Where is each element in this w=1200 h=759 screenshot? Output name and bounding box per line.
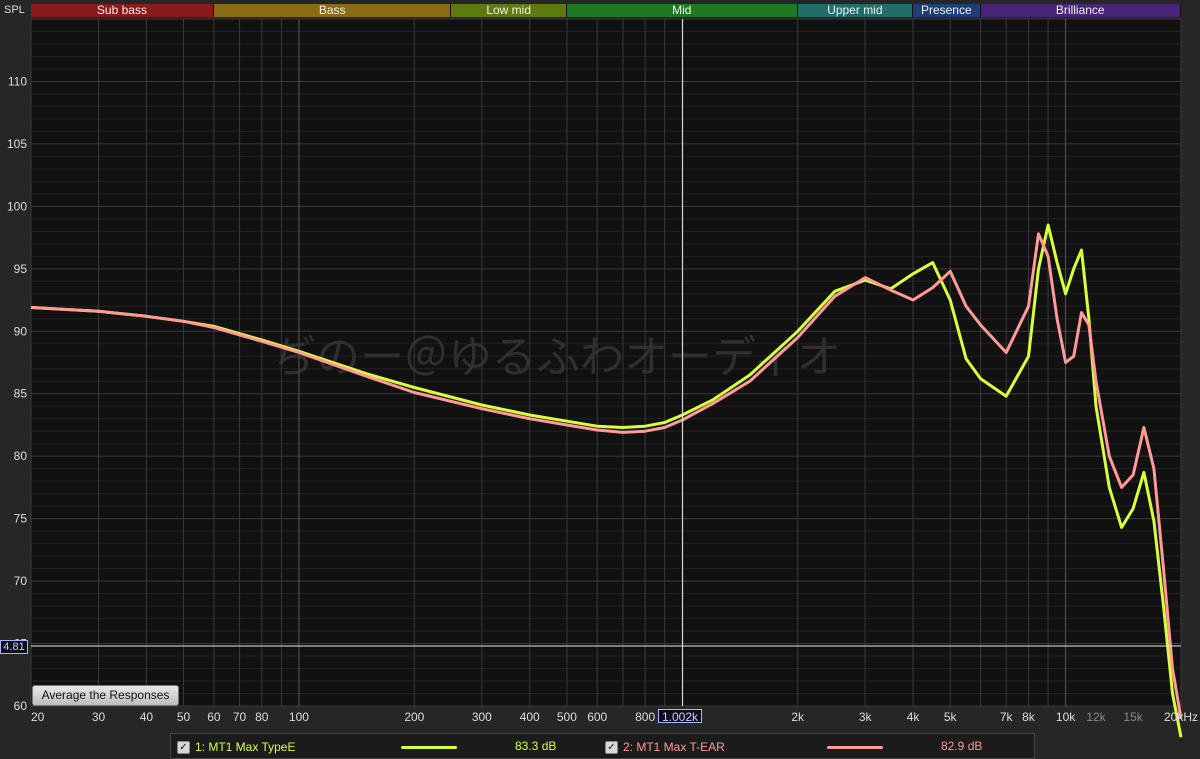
x-tick-label: 4k — [907, 710, 921, 724]
y-tick-label: 100 — [7, 199, 27, 213]
x-tick-label: 8k — [1022, 710, 1036, 724]
average-responses-button[interactable]: Average the Responses — [32, 685, 179, 706]
rew-graph-window: ぢのー＠ゆるふわオーディオ 6065707580859095100105110 … — [0, 0, 1200, 759]
y-tick-label: 110 — [8, 74, 27, 88]
cursor-frequency-readout: 1.002k — [658, 709, 702, 724]
y-tick-label: 70 — [14, 574, 28, 588]
legend-item-2[interactable]: ✓ 2: MT1 Max T-EAR — [605, 739, 725, 755]
x-tick-label: 70 — [233, 710, 247, 724]
x-tick-label: 800 — [635, 710, 655, 724]
x-tick-label: 3k — [859, 710, 873, 724]
cursor-level-readout: 4.81 — [0, 640, 28, 654]
x-tick-label: 500 — [557, 710, 577, 724]
x-tick-label: 5k — [944, 710, 958, 724]
x-tick-label: 30 — [92, 710, 106, 724]
y-tick-label: 85 — [14, 387, 28, 401]
legend-value-2: 82.9 dB — [941, 739, 983, 753]
checkbox-icon[interactable]: ✓ — [605, 740, 618, 754]
y-tick-label: 75 — [14, 512, 28, 526]
x-tick-label: 100 — [289, 710, 309, 724]
x-tick-label: 300 — [472, 710, 492, 724]
band-low-mid: Low mid — [451, 4, 567, 17]
x-tick-label: 2k — [791, 710, 805, 724]
spl-axis-label: SPL — [4, 4, 25, 16]
legend-swatch-2 — [827, 746, 883, 749]
x-tick-label: 12k — [1086, 710, 1106, 724]
x-tick-label: 20kHz — [1164, 710, 1198, 724]
x-tick-label: 15k — [1123, 710, 1143, 724]
legend-label: 1: MT1 Max TypeE — [195, 740, 296, 754]
y-tick-label: 90 — [14, 324, 28, 338]
x-tick-label: 200 — [404, 710, 424, 724]
x-tick-label: 40 — [140, 710, 154, 724]
band-bass: Bass — [213, 4, 452, 17]
x-tick-label: 80 — [255, 710, 269, 724]
x-tick-label: 7k — [1000, 710, 1014, 724]
legend-item-1[interactable]: ✓ 1: MT1 Max TypeE — [177, 739, 295, 755]
y-tick-label: 95 — [14, 262, 28, 276]
x-tick-label: 20 — [31, 710, 45, 724]
legend-value-1: 83.3 dB — [515, 739, 557, 753]
band-presence: Presence — [913, 4, 981, 17]
y-tick-label: 105 — [7, 137, 27, 151]
x-tick-label: 60 — [207, 710, 221, 724]
y-tick-label: 80 — [14, 449, 28, 463]
legend-swatch-1 — [401, 746, 457, 749]
band-sub-bass: Sub bass — [31, 4, 214, 17]
band-upper-mid: Upper mid — [797, 4, 914, 17]
legend-panel: ✓ 1: MT1 Max TypeE 83.3 dB ✓ 2: MT1 Max … — [170, 733, 1035, 759]
legend-label: 2: MT1 Max T-EAR — [623, 740, 725, 754]
band-brilliance: Brilliance — [980, 4, 1181, 17]
x-tick-label: 10k — [1056, 710, 1076, 724]
band-mid: Mid — [566, 4, 798, 17]
x-tick-label: 600 — [587, 710, 607, 724]
x-tick-label: 400 — [520, 710, 540, 724]
frequency-response-plot[interactable]: ぢのー＠ゆるふわオーディオ 6065707580859095100105110 … — [0, 0, 1200, 759]
y-tick-label: 60 — [14, 699, 28, 713]
checkbox-icon[interactable]: ✓ — [177, 740, 190, 754]
x-tick-label: 50 — [177, 710, 191, 724]
